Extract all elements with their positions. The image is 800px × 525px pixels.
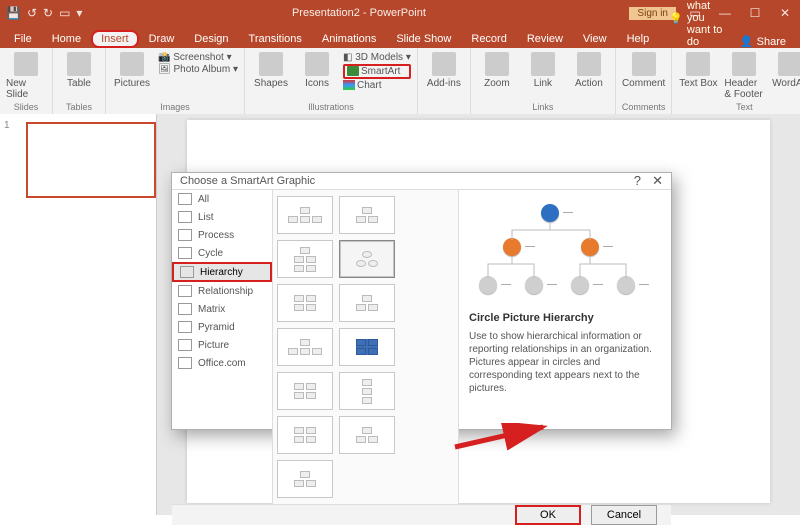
screenshot-button[interactable]: 📸 Screenshot ▾ [158,52,238,63]
tab-review[interactable]: Review [517,30,573,48]
dialog-help-icon[interactable]: ? [634,173,641,188]
layout-item[interactable] [277,328,333,366]
comment-button[interactable]: Comment [624,52,664,89]
shapes-button[interactable]: Shapes [251,52,291,89]
photo-album-button[interactable]: 🖼 Photo Album ▾ [158,64,238,75]
cat-all[interactable]: All [172,190,272,208]
preview-graphic [469,200,661,304]
slide-panel: 1 [0,114,157,515]
link-button[interactable]: Link [523,52,563,89]
3d-models-button[interactable]: ◧ 3D Models ▾ [343,52,411,63]
layout-item[interactable] [339,372,395,410]
smartart-dialog: Choose a SmartArt Graphic ? ✕ All List P… [171,172,672,430]
addins-button[interactable]: Add-ins [424,52,464,89]
tab-file[interactable]: File [4,30,42,48]
layout-item[interactable] [339,196,395,234]
slide-number: 1 [0,120,10,198]
cat-matrix[interactable]: Matrix [172,300,272,318]
quick-access-toolbar: 💾 ↺ ↻ ▭ ▾ [0,6,88,20]
zoom-button[interactable]: Zoom [477,52,517,89]
layout-item[interactable] [277,372,333,410]
ribbon-options-icon[interactable]: ▭ [680,6,710,20]
group-slides: New Slide Slides [0,48,53,114]
smartart-icon [347,66,359,76]
ribbon: New Slide Slides Table Tables Pictures 📸… [0,48,800,115]
cancel-button[interactable]: Cancel [591,505,657,525]
dialog-title: Choose a SmartArt Graphic [180,175,315,187]
cat-list[interactable]: List [172,208,272,226]
tab-insert[interactable]: Insert [91,30,139,48]
tab-design[interactable]: Design [184,30,238,48]
window-title: Presentation2 - PowerPoint [88,7,629,19]
category-list: All List Process Cycle Hierarchy Relatio… [172,190,273,504]
share-button[interactable]: 👤 Share [730,35,796,48]
layout-item-selected[interactable] [339,240,395,278]
group-tables: Table Tables [53,48,106,114]
group-images: Pictures 📸 Screenshot ▾ 🖼 Photo Album ▾ … [106,48,245,114]
chart-icon [343,80,355,90]
tab-animations[interactable]: Animations [312,30,386,48]
layout-item[interactable] [277,416,333,454]
layout-item[interactable] [277,284,333,322]
tab-view[interactable]: View [573,30,617,48]
cat-office[interactable]: Office.com [172,354,272,372]
layout-item[interactable] [339,328,395,366]
action-button[interactable]: Action [569,52,609,89]
layout-item[interactable] [339,284,395,322]
chart-button[interactable]: Chart [343,80,411,91]
icons-button[interactable]: Icons [297,52,337,89]
layout-item[interactable] [277,196,333,234]
preview-title: Circle Picture Hierarchy [469,312,661,324]
header-footer-button[interactable]: Header & Footer [724,52,764,100]
save-icon[interactable]: 💾 [6,6,21,20]
smartart-button[interactable]: SmartArt [343,64,411,79]
layout-item[interactable] [277,460,333,498]
tab-draw[interactable]: Draw [139,30,185,48]
tab-home[interactable]: Home [42,30,91,48]
close-icon[interactable]: ✕ [770,6,800,20]
textbox-button[interactable]: Text Box [678,52,718,89]
wordart-button[interactable]: WordArt [770,52,800,89]
dialog-titlebar: Choose a SmartArt Graphic ? ✕ [172,173,671,189]
cat-relationship[interactable]: Relationship [172,282,272,300]
tab-help[interactable]: Help [617,30,660,48]
cat-process[interactable]: Process [172,226,272,244]
group-addins: Add-ins [418,48,471,114]
pictures-button[interactable]: Pictures [112,52,152,89]
qat-more-icon[interactable]: ▾ [76,6,82,20]
group-comments: Comment Comments [616,48,673,114]
tab-slideshow[interactable]: Slide Show [386,30,461,48]
table-button[interactable]: Table [59,52,99,89]
group-text: Text Box Header & Footer WordArt Text [672,48,800,114]
layout-item[interactable] [339,416,395,454]
preview-description: Use to show hierarchical information or … [469,330,661,395]
start-icon[interactable]: ▭ [59,6,70,20]
preview-pane: Circle Picture Hierarchy Use to show hie… [458,190,671,504]
dialog-close-icon[interactable]: ✕ [652,173,663,188]
redo-icon[interactable]: ↻ [43,6,53,20]
cat-pyramid[interactable]: Pyramid [172,318,272,336]
undo-icon[interactable]: ↺ [27,6,37,20]
ribbon-tabs: File Home Insert Draw Design Transitions… [0,26,800,48]
cat-hierarchy[interactable]: Hierarchy [172,262,272,282]
tab-record[interactable]: Record [461,30,516,48]
layout-gallery [273,190,458,504]
group-links: Zoom Link Action Links [471,48,616,114]
cat-picture[interactable]: Picture [172,336,272,354]
slide-thumbnail[interactable] [26,122,156,198]
tab-transitions[interactable]: Transitions [239,30,312,48]
new-slide-button[interactable]: New Slide [6,52,46,100]
cat-cycle[interactable]: Cycle [172,244,272,262]
maximize-icon[interactable]: ☐ [740,6,770,20]
layout-item[interactable] [277,240,333,278]
minimize-icon[interactable]: — [710,6,740,20]
preview-lines [469,200,641,300]
dialog-body: All List Process Cycle Hierarchy Relatio… [172,189,671,504]
group-illustrations: Shapes Icons ◧ 3D Models ▾ SmartArt Char… [245,48,418,114]
addins-label [443,102,446,114]
ok-button[interactable]: OK [515,505,581,525]
